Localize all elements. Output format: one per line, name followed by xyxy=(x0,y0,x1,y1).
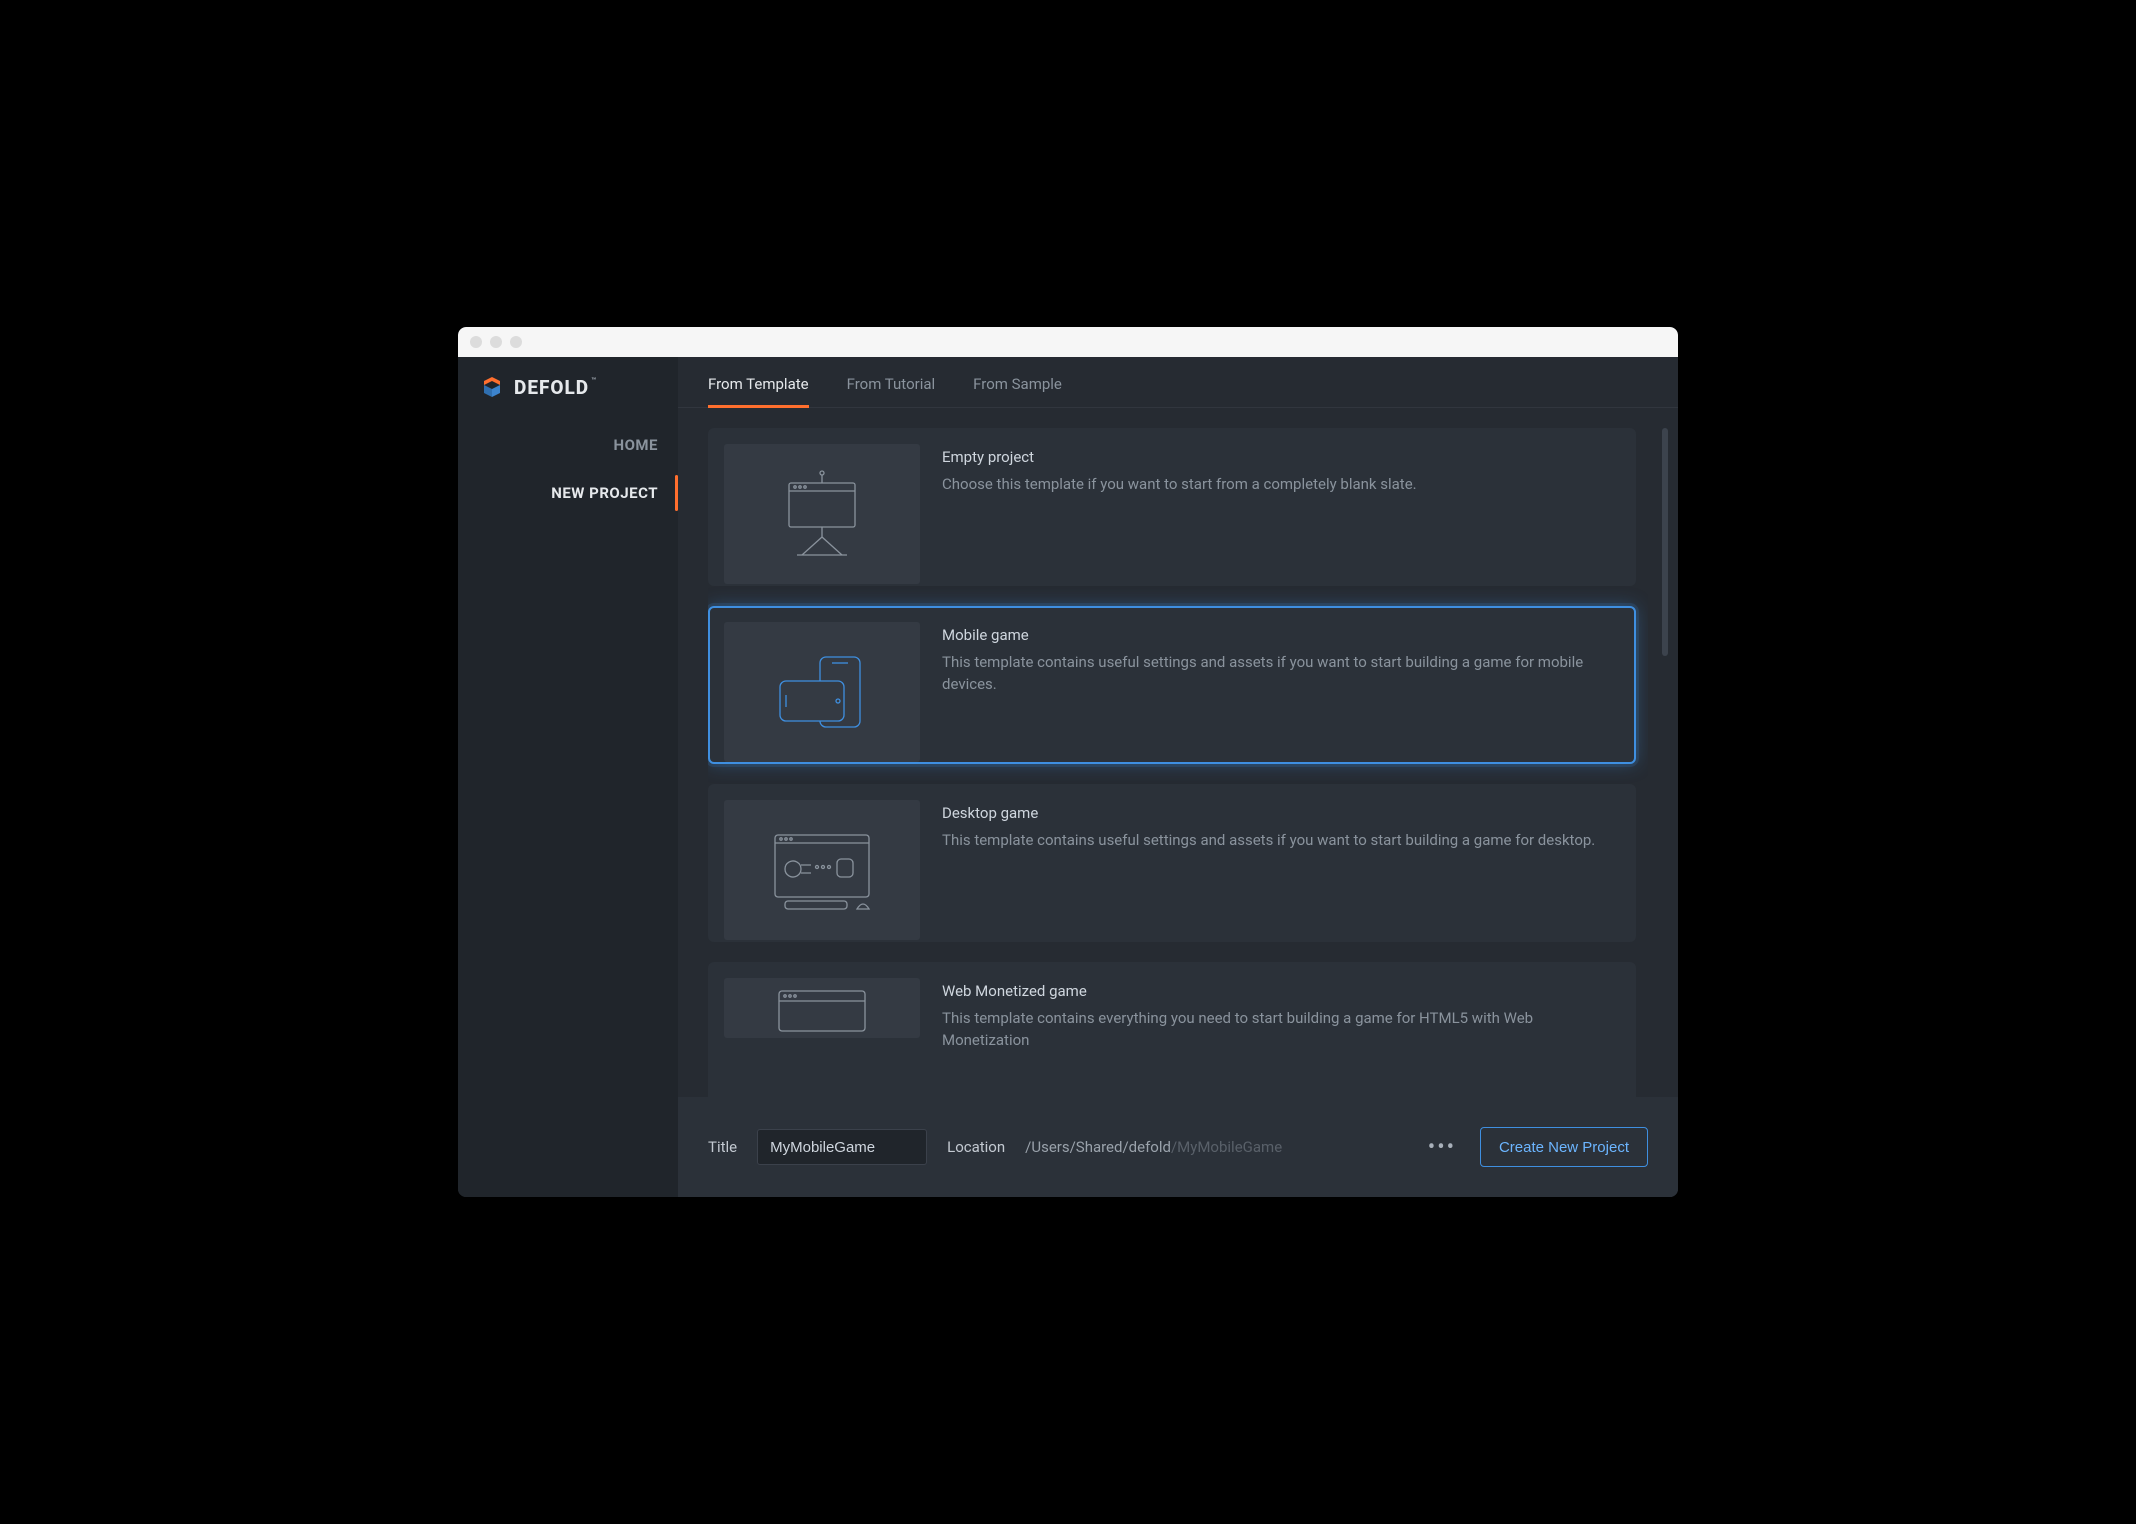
ellipsis-icon: ••• xyxy=(1428,1135,1456,1160)
template-card-web-monetized[interactable]: Web Monetized game This template contain… xyxy=(708,962,1636,1097)
tab-from-template[interactable]: From Template xyxy=(708,375,809,407)
tab-label: From Sample xyxy=(973,375,1062,393)
scrollbar-thumb[interactable] xyxy=(1662,428,1668,656)
template-card-body: Empty project Choose this template if yo… xyxy=(942,444,1620,570)
template-title: Desktop game xyxy=(942,804,1620,822)
sidebar: DEFOLD™ HOME NEW PROJECT xyxy=(458,357,678,1197)
browser-icon xyxy=(767,983,877,1033)
footer: Title Location /Users/Shared/defold/MyMo… xyxy=(678,1097,1678,1197)
template-title: Empty project xyxy=(942,448,1620,466)
template-title: Mobile game xyxy=(942,626,1620,644)
template-thumb xyxy=(724,444,920,584)
app-window: DEFOLD™ HOME NEW PROJECT From Template F… xyxy=(458,327,1678,1197)
app-body: DEFOLD™ HOME NEW PROJECT From Template F… xyxy=(458,357,1678,1197)
template-desc: This template contains useful settings a… xyxy=(942,830,1620,852)
sidebar-item-home[interactable]: HOME xyxy=(458,421,678,469)
location-path: /Users/Shared/defold/MyMobileGame xyxy=(1025,1138,1282,1156)
template-thumb xyxy=(724,978,920,1038)
traffic-light-zoom[interactable] xyxy=(510,336,522,348)
template-card-body: Desktop game This template contains usef… xyxy=(942,800,1620,926)
template-card-mobile[interactable]: Mobile game This template contains usefu… xyxy=(708,606,1636,764)
sidebar-item-label: NEW PROJECT xyxy=(551,484,658,502)
template-card-body: Mobile game This template contains usefu… xyxy=(942,622,1620,748)
tab-label: From Tutorial xyxy=(847,375,936,393)
easel-icon xyxy=(767,459,877,569)
location-label: Location xyxy=(947,1138,1005,1156)
create-new-project-button[interactable]: Create New Project xyxy=(1480,1127,1648,1167)
tabbar: From Template From Tutorial From Sample xyxy=(678,357,1678,408)
template-thumb xyxy=(724,800,920,940)
main: From Template From Tutorial From Sample xyxy=(678,357,1678,1197)
title-label: Title xyxy=(708,1138,737,1156)
template-card-empty[interactable]: Empty project Choose this template if yo… xyxy=(708,428,1636,586)
desktop-icon xyxy=(757,815,887,925)
template-list: Empty project Choose this template if yo… xyxy=(708,428,1648,1097)
browse-location-button[interactable]: ••• xyxy=(1424,1129,1460,1165)
tab-from-tutorial[interactable]: From Tutorial xyxy=(847,375,936,407)
traffic-light-minimize[interactable] xyxy=(490,336,502,348)
sidebar-item-label: HOME xyxy=(613,436,658,454)
scrollbar[interactable] xyxy=(1662,428,1668,1097)
template-desc: This template contains everything you ne… xyxy=(942,1008,1620,1052)
template-card-body: Web Monetized game This template contain… xyxy=(942,978,1620,1097)
template-title: Web Monetized game xyxy=(942,982,1620,1000)
template-desc: This template contains useful settings a… xyxy=(942,652,1620,696)
window-titlebar xyxy=(458,327,1678,357)
template-list-wrap: Empty project Choose this template if yo… xyxy=(678,408,1678,1097)
brand-logo-icon xyxy=(480,375,504,399)
template-card-desktop[interactable]: Desktop game This template contains usef… xyxy=(708,784,1636,942)
template-thumb xyxy=(724,622,920,762)
mobile-devices-icon xyxy=(762,637,882,747)
brand-name: DEFOLD™ xyxy=(514,376,597,399)
create-button-label: Create New Project xyxy=(1499,1139,1629,1156)
location-path-base: /Users/Shared/defold xyxy=(1025,1138,1171,1156)
location-path-suffix: /MyMobileGame xyxy=(1171,1138,1282,1156)
tab-from-sample[interactable]: From Sample xyxy=(973,375,1062,407)
title-input[interactable] xyxy=(757,1129,927,1165)
sidebar-item-new-project[interactable]: NEW PROJECT xyxy=(458,469,678,517)
brand: DEFOLD™ xyxy=(458,375,678,421)
traffic-light-close[interactable] xyxy=(470,336,482,348)
template-desc: Choose this template if you want to star… xyxy=(942,474,1620,496)
tab-label: From Template xyxy=(708,375,809,393)
